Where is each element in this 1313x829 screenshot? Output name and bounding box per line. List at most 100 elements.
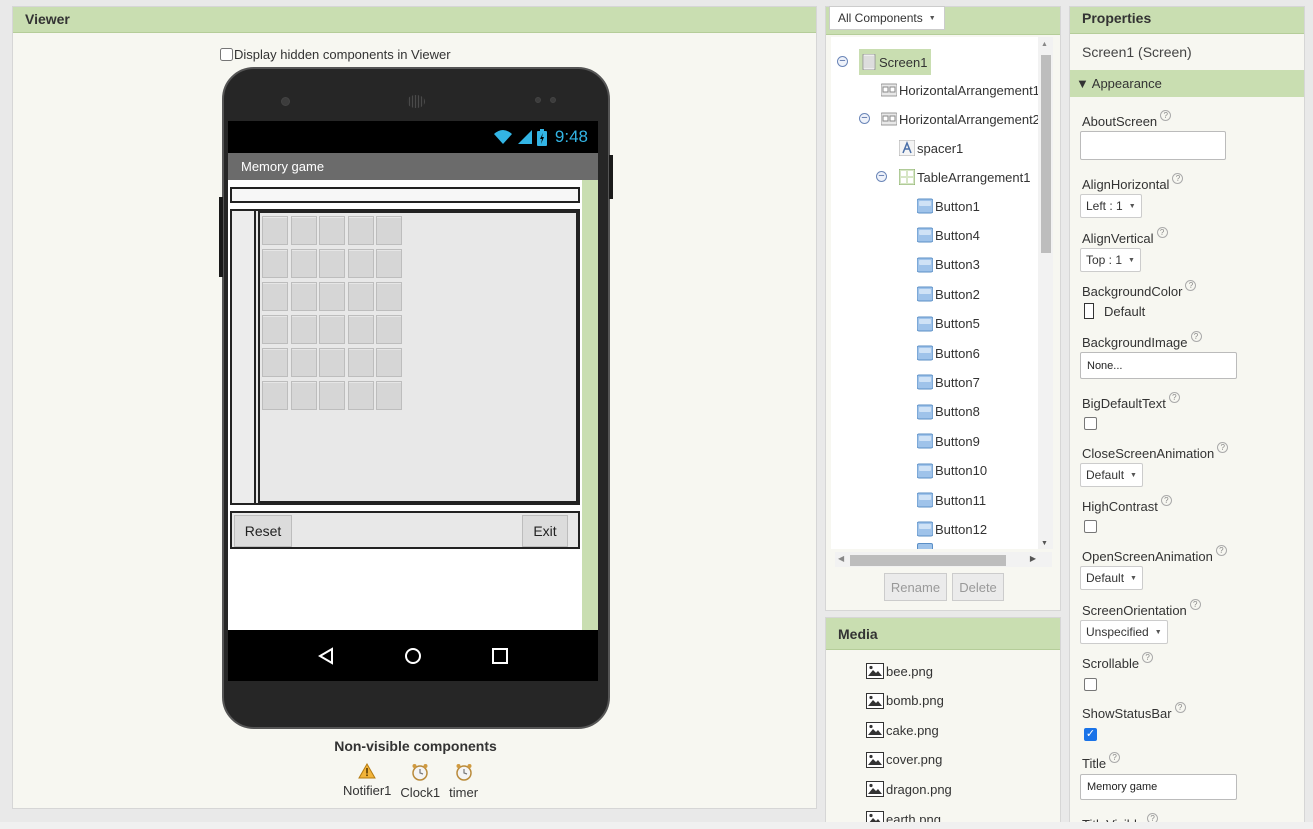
open-screen-animation-select[interactable]: Default ▼ (1080, 566, 1143, 590)
card-button[interactable] (290, 216, 317, 245)
scroll-right-icon[interactable]: ▶ (1030, 554, 1036, 563)
tree-item[interactable]: Button8 (917, 401, 980, 423)
scrollable-checkbox[interactable] (1084, 678, 1097, 691)
media-item[interactable]: bomb.png (866, 692, 944, 709)
align-vertical-select[interactable]: Top : 1 ▼ (1080, 248, 1141, 272)
appearance-section[interactable]: ▼ Appearance (1070, 70, 1304, 97)
title-input[interactable]: Memory game (1080, 774, 1237, 800)
help-icon[interactable]: ? (1156, 227, 1168, 238)
tree-item[interactable]: TableArrangement1 (899, 166, 1030, 188)
tree-item[interactable]: Button9 (917, 430, 980, 452)
reset-button[interactable]: Reset (234, 515, 292, 547)
scroll-left-icon[interactable]: ◀ (838, 554, 844, 563)
card-button[interactable] (262, 315, 288, 344)
card-button[interactable] (376, 249, 402, 278)
tree-item[interactable]: Button11 (917, 489, 986, 511)
tree-item[interactable]: Button4 (917, 224, 980, 246)
nonvisible-item-clock1[interactable]: Clock1 (400, 763, 440, 800)
show-status-bar-checkbox[interactable]: ✓ (1084, 728, 1097, 741)
close-screen-animation-select[interactable]: Default ▼ (1080, 463, 1143, 487)
rename-button[interactable]: Rename (884, 573, 947, 601)
card-button[interactable] (376, 315, 402, 344)
collapse-toggle-icon[interactable]: − (859, 113, 870, 124)
card-button[interactable] (319, 282, 345, 311)
media-item[interactable]: cover.png (866, 751, 942, 768)
background-image-picker[interactable]: None... (1080, 352, 1237, 379)
display-hidden-components-toggle[interactable]: Display hidden components in Viewer (220, 47, 451, 62)
about-screen-textarea[interactable] (1080, 131, 1226, 160)
tree-item[interactable]: Button12 (917, 518, 987, 540)
help-icon[interactable]: ? (1160, 495, 1172, 506)
horizontal-arrangement-2[interactable] (230, 209, 580, 505)
table-arrangement[interactable] (258, 211, 578, 503)
collapse-toggle-icon[interactable]: − (837, 56, 848, 67)
high-contrast-checkbox[interactable] (1084, 520, 1097, 533)
spacer-label[interactable] (232, 211, 256, 503)
card-button[interactable] (347, 216, 374, 245)
scroll-down-icon[interactable]: ▼ (1041, 540, 1048, 547)
help-icon[interactable]: ? (1189, 599, 1201, 610)
card-button[interactable] (347, 249, 374, 278)
tree-item[interactable]: Button6 (917, 342, 980, 364)
tree-horizontal-scrollbar[interactable]: ◀ ▶ (835, 552, 1052, 567)
media-item[interactable]: dragon.png (866, 781, 952, 798)
card-button[interactable] (262, 282, 288, 311)
display-hidden-checkbox[interactable] (220, 48, 233, 61)
card-button[interactable] (319, 315, 345, 344)
tree-item[interactable]: Button1 (917, 195, 980, 217)
media-item[interactable]: bee.png (866, 663, 933, 679)
tree-vertical-scrollbar[interactable]: ▲ ▼ (1038, 37, 1053, 549)
tree-item[interactable]: Button2 (917, 283, 980, 305)
nonvisible-item-timer[interactable]: timer (449, 763, 478, 800)
nonvisible-item-notifier[interactable]: Notifier1 (343, 763, 391, 800)
tree-scroll-thumb[interactable] (1041, 55, 1051, 253)
tree-hscroll-thumb[interactable] (850, 555, 1006, 566)
card-button[interactable] (290, 381, 317, 410)
card-button[interactable] (319, 381, 345, 410)
card-button[interactable] (319, 216, 345, 245)
card-button[interactable] (290, 348, 317, 377)
background-color-picker[interactable]: Default (1084, 303, 1145, 319)
tree-item[interactable]: Button3 (917, 254, 980, 276)
help-icon[interactable]: ? (1190, 331, 1202, 342)
help-icon[interactable]: ? (1174, 702, 1186, 713)
horizontal-arrangement-1[interactable] (230, 187, 580, 203)
help-icon[interactable]: ? (1160, 110, 1172, 121)
card-button[interactable] (347, 282, 374, 311)
align-horizontal-select[interactable]: Left : 1 ▼ (1080, 194, 1142, 218)
exit-button[interactable]: Exit (522, 515, 568, 547)
delete-button[interactable]: Delete (952, 573, 1004, 601)
help-icon[interactable]: ? (1215, 545, 1227, 556)
big-default-text-checkbox[interactable] (1084, 417, 1097, 430)
help-icon[interactable]: ? (1109, 752, 1121, 763)
scroll-up-icon[interactable]: ▲ (1041, 41, 1048, 48)
tree-item[interactable]: Button7 (917, 371, 980, 393)
card-button[interactable] (376, 381, 402, 410)
card-button[interactable] (347, 381, 374, 410)
card-button[interactable] (262, 249, 288, 278)
media-item[interactable]: cake.png (866, 722, 939, 739)
card-button[interactable] (262, 348, 288, 377)
card-button[interactable] (290, 249, 317, 278)
help-icon[interactable]: ? (1142, 652, 1154, 663)
collapse-toggle-icon[interactable]: − (876, 171, 887, 182)
card-button[interactable] (376, 282, 402, 311)
card-button[interactable] (376, 216, 402, 245)
card-button[interactable] (290, 282, 317, 311)
card-button[interactable] (376, 348, 402, 377)
tree-item[interactable]: Button10 (917, 460, 987, 482)
card-button[interactable] (347, 348, 374, 377)
help-icon[interactable]: ? (1217, 442, 1229, 453)
tree-item[interactable]: spacer1 (899, 137, 963, 159)
card-button[interactable] (290, 315, 317, 344)
tree-item[interactable]: Button5 (917, 313, 980, 335)
screen-orientation-select[interactable]: Unspecified ▼ (1080, 620, 1168, 644)
tree-item[interactable]: Screen1 (859, 49, 932, 75)
help-icon[interactable]: ? (1168, 392, 1180, 403)
card-button[interactable] (347, 315, 374, 344)
help-icon[interactable]: ? (1172, 173, 1184, 184)
components-filter-dropdown[interactable]: All Components ▼ (829, 6, 945, 30)
card-button[interactable] (262, 216, 288, 245)
card-button[interactable] (262, 381, 288, 410)
help-icon[interactable]: ? (1185, 280, 1197, 291)
